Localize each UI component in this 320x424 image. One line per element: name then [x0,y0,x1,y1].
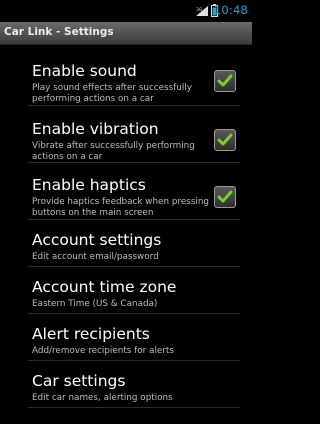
setting-summary: Eastern Time (US & Canada) [32,299,158,309]
setting-enable-vibration[interactable]: Enable vibration Vibrate after successfu… [0,105,252,162]
setting-title: Enable haptics [32,176,146,194]
setting-account-time-zone[interactable]: Account time zone Eastern Time (US & Can… [0,266,252,312]
sound-checkbox[interactable] [214,70,236,92]
check-icon [217,133,233,146]
setting-title: Enable vibration [32,120,159,138]
haptics-checkbox[interactable] [214,186,236,208]
status-time: 10:48 [213,3,248,17]
setting-summary: Edit car names, alerting options [32,393,173,403]
setting-account-settings[interactable]: Account settings Edit account email/pass… [0,219,252,265]
title-bar: Car Link - Settings [0,22,252,45]
signal-icon: 3G [196,6,208,16]
check-icon [217,74,233,87]
setting-enable-haptics[interactable]: Enable haptics Provide haptics feedback … [0,162,252,218]
page-title: Car Link - Settings [4,26,114,38]
setting-title: Enable sound [32,62,137,80]
setting-title: Account time zone [32,278,177,296]
setting-summary: Vibrate after successfully performing ac… [32,141,195,162]
vibration-checkbox[interactable] [214,129,236,151]
setting-summary: Edit account email/password [32,252,159,262]
setting-enable-sound[interactable]: Enable sound Play sound effects after su… [0,46,252,104]
setting-car-settings[interactable]: Car settings Edit car names, alerting op… [0,360,252,406]
setting-summary: Add/remove recipients for alerts [32,346,174,356]
setting-title: Alert recipients [32,325,150,343]
setting-alert-recipients[interactable]: Alert recipients Add/remove recipients f… [0,313,252,359]
setting-title: Account settings [32,231,162,249]
setting-title: Car settings [32,372,126,390]
svg-text:3G: 3G [196,7,203,13]
setting-summary: Play sound effects after successfully pe… [32,83,192,104]
setting-summary: Provide haptics feedback when pressing b… [32,197,210,218]
divider [28,407,240,408]
check-icon [217,190,233,203]
status-bar: 3G 10:48 [0,0,252,22]
